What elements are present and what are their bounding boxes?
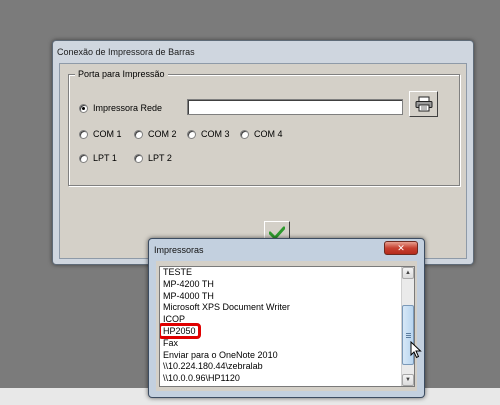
close-icon: ✕: [397, 242, 405, 253]
grip-icon: [406, 333, 411, 339]
radio-label: COM 1: [93, 129, 122, 139]
radio-label: Impressora Rede: [93, 103, 163, 113]
list-item[interactable]: \\10.0.0.96\HP1120: [163, 373, 403, 385]
printers-listbox[interactable]: TESTE MP-4200 TH MP-4000 TH Microsoft XP…: [159, 266, 415, 387]
main-window: Conexão de Impressora de Barras Porta pa…: [52, 40, 474, 265]
list-item[interactable]: Microsoft XPS Document Writer: [163, 302, 403, 314]
list-item[interactable]: MP-4200 TH: [163, 279, 403, 291]
list-item[interactable]: TESTE: [163, 267, 403, 279]
list-item[interactable]: Enviar para o OneNote 2010: [163, 350, 403, 362]
radio-label: COM 3: [201, 129, 230, 139]
main-window-title: Conexão de Impressora de Barras: [57, 47, 195, 57]
radio-dot-icon: [79, 154, 88, 163]
popup-title: Impressoras: [154, 245, 204, 255]
radio-label: COM 2: [148, 129, 177, 139]
chevron-down-icon: ▼: [405, 377, 411, 383]
scroll-up-button[interactable]: ▲: [402, 267, 414, 279]
radio-lpt-1[interactable]: LPT 1: [79, 153, 117, 164]
popup-client: TESTE MP-4200 TH MP-4000 TH Microsoft XP…: [156, 261, 417, 391]
vertical-scrollbar[interactable]: ▲ ▼: [401, 267, 414, 386]
list-item[interactable]: MP-4000 TH: [163, 291, 403, 303]
list-item-label: MP-4000 TH: [163, 290, 214, 301]
radio-dot-icon: [240, 130, 249, 139]
list-item-label: ICOP: [163, 314, 186, 325]
radio-com-1[interactable]: COM 1: [79, 129, 122, 140]
list-item-label: \\10.224.180.44\zebralab: [163, 361, 263, 372]
printers-list: TESTE MP-4200 TH MP-4000 TH Microsoft XP…: [160, 267, 403, 385]
radio-dot-icon: [187, 130, 196, 139]
radio-com-3[interactable]: COM 3: [187, 129, 230, 140]
radio-com-2[interactable]: COM 2: [134, 129, 177, 140]
scroll-down-button[interactable]: ▼: [402, 374, 414, 386]
rede-input[interactable]: [187, 99, 403, 115]
chevron-up-icon: ▲: [405, 270, 411, 276]
list-item[interactable]: ICOP: [163, 314, 403, 326]
port-groupbox: Porta para Impressão Impressora Rede COM…: [68, 69, 460, 186]
radio-com-4[interactable]: COM 4: [240, 129, 283, 140]
list-item-label: HP2050: [160, 322, 201, 339]
printer-button[interactable]: [409, 91, 438, 117]
mouse-cursor-icon: [410, 341, 422, 359]
impressoras-popup: Impressoras ✕ TESTE MP-4200 TH MP-4000 T…: [148, 238, 425, 398]
radio-dot-icon: [134, 130, 143, 139]
radio-impressora-rede[interactable]: Impressora Rede: [79, 103, 162, 114]
close-button[interactable]: ✕: [384, 241, 418, 255]
port-group-label: Porta para Impressão: [75, 69, 168, 80]
radio-lpt-2[interactable]: LPT 2: [134, 153, 172, 164]
list-item-label: Enviar para o OneNote 2010: [163, 349, 278, 360]
radio-dot-icon: [79, 130, 88, 139]
list-item-label: \\10.0.0.96\HP1120: [163, 373, 240, 384]
list-item-label: Fax: [163, 337, 179, 348]
list-item[interactable]: Fax: [163, 338, 403, 350]
radio-dot-icon: [134, 154, 143, 163]
radio-label: LPT 1: [93, 153, 117, 163]
list-item-hp2050-highlighted[interactable]: HP2050: [160, 322, 403, 339]
main-window-client: Porta para Impressão Impressora Rede COM…: [59, 63, 467, 259]
radio-label: COM 4: [254, 129, 283, 139]
list-item-label: Microsoft XPS Document Writer: [163, 302, 290, 313]
printer-icon: [415, 96, 432, 112]
radio-dot-icon: [79, 104, 88, 113]
list-item-label: TESTE: [163, 267, 193, 277]
list-item[interactable]: \\10.224.180.44\zebralab: [163, 361, 403, 373]
list-item-label: MP-4200 TH: [163, 278, 214, 289]
radio-label: LPT 2: [148, 153, 172, 163]
